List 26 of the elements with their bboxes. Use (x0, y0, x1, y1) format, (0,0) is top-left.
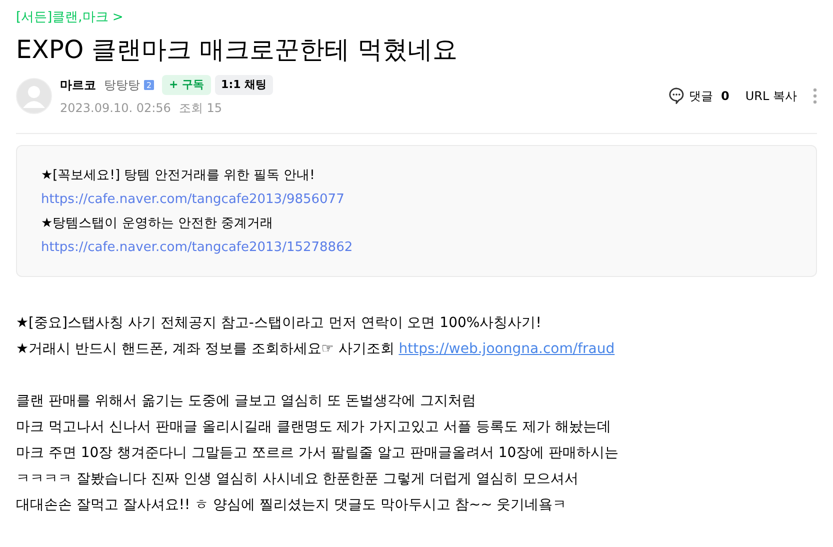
member-level: 탕탕탕 (104, 76, 140, 94)
body-text: ★[중요]스탭사칭 사기 전체공지 참고-스탭이라고 먼저 연락이 오면 100%사칭사기! (16, 314, 542, 333)
notice-text: ★[꼭보세요!] 탕템 안전거래를 위한 필독 안내! (41, 168, 315, 183)
notice-link[interactable]: https://cafe.naver.com/tangcafe2013/9856077 (41, 192, 344, 207)
post-date: 2023.09.10. 02:56 (60, 100, 171, 117)
notice-text: ★탕템스탭이 운영하는 안전한 중계거래 (41, 216, 274, 231)
subscribe-button[interactable]: + 구독 (162, 74, 212, 95)
body-text: ㅋㅋㅋㅋ 잘봤습니다 진짜 인생 열심히 사시네요 한푼한푼 그렇게 더럽게 열심히 모으셔서 (16, 470, 580, 489)
more-menu-icon[interactable] (813, 88, 817, 104)
comment-icon (668, 87, 686, 104)
body-paragraph: ★거래시 반드시 핸드폰, 계좌 정보를 조회하세요☞ 사기조회 https://web.joongna.com/fraud (16, 340, 616, 359)
post-title: EXPO 클랜마크 매크로꾼한테 먹혔네요 (16, 34, 459, 66)
breadcrumb-link[interactable]: [서든]클랜,마크 > (16, 8, 124, 28)
body-text: 대대손손 잘먹고 잘사셔요!! ㅎ 양심에 찔리셨는지 댓글도 막아두시고 참~~ 웃기네욬ㅋ (16, 496, 568, 515)
notice-link[interactable]: https://cafe.naver.com/tangcafe2013/15278862 (41, 240, 353, 255)
comments-button[interactable]: 댓글 0 (668, 86, 730, 105)
chat-button[interactable]: 1:1 채팅 (215, 74, 273, 95)
body-text: 마크 주면 10장 챙겨준다니 그말듣고 쪼르르 가서 팔릴줄 알고 판매글올려서 10장에 판매하시는 (16, 444, 620, 463)
author-name[interactable]: 마르코 (60, 76, 96, 94)
url-copy-button[interactable]: URL 복사 (745, 86, 797, 105)
body-text: 클랜 판매를 위해서 옮기는 도중에 글보고 열심히 또 돈벌생각에 그지처럼 (16, 392, 478, 411)
level-badge: 2 (144, 80, 154, 90)
body-text: 마크 먹고나서 신나서 판매글 올리시길래 클랜명도 제가 가지고있고 서플 등록도 제가 해놨는데 (16, 418, 612, 437)
view-count: 조회 15 (178, 100, 222, 117)
fraud-check-link[interactable]: https://web.joongna.com/fraud (398, 341, 615, 357)
avatar-icon[interactable] (16, 78, 52, 114)
